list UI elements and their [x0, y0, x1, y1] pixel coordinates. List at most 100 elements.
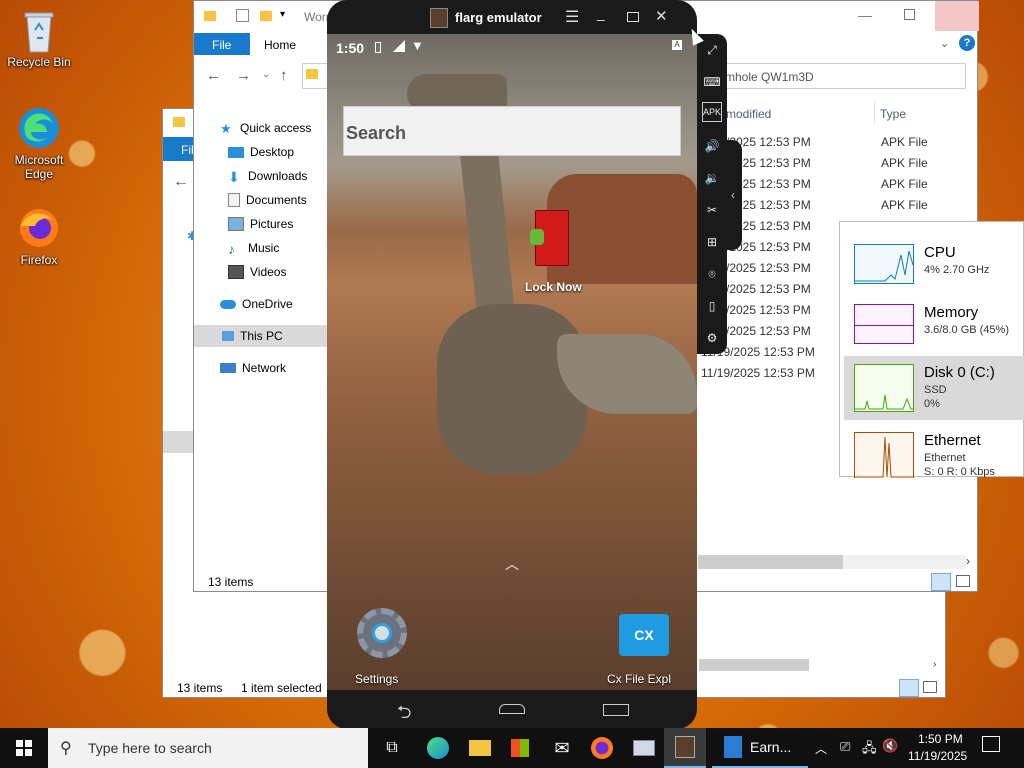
view-details-icon[interactable] — [931, 573, 951, 591]
column-header-modified[interactable]: modified — [726, 107, 771, 121]
emulator-window[interactable]: flarg emulator ☰ _ ✕ 1:50 ▼ A Search Loc… — [327, 0, 697, 729]
new-folder-icon[interactable] — [260, 11, 272, 21]
minimize-button[interactable]: — — [858, 7, 872, 23]
shake-icon[interactable]: ▯ — [700, 294, 724, 318]
file-row[interactable]: /2025 12:53 PM APK File — [701, 132, 1001, 153]
emulator-toolbar-tab[interactable]: ‹ — [724, 140, 742, 250]
sidebar-item-documents[interactable]: Documents — [228, 189, 307, 211]
location-icon[interactable]: ⌾ — [700, 262, 724, 286]
view-tiles-icon[interactable] — [956, 575, 970, 587]
settings-app[interactable]: Settings — [347, 606, 417, 690]
ethernet-row[interactable]: Ethernet Ethernet S: 0 R: 0 Kbps — [840, 426, 1024, 478]
tray-network-icon[interactable]: 🖧 — [862, 739, 877, 761]
scissors-icon[interactable]: ✂ — [700, 198, 724, 222]
back-folder-icon — [173, 117, 185, 127]
emulator-maximize-button[interactable] — [627, 12, 639, 22]
column-header-type[interactable]: Type — [880, 107, 906, 121]
up-arrow-icon[interactable]: ↑ — [280, 67, 288, 84]
firefox-icon — [17, 206, 61, 250]
android-home-button[interactable] — [499, 704, 525, 714]
back-arrow-icon[interactable]: ← — [206, 67, 221, 84]
cpu-row[interactable]: CPU 4% 2.70 GHz — [840, 232, 1024, 292]
back-arrow-icon[interactable]: ← — [173, 173, 189, 191]
maximize-button[interactable] — [904, 9, 915, 20]
file-row[interactable]: /2025 12:53 PM APK File — [701, 195, 1001, 216]
start-button[interactable] — [0, 728, 48, 768]
file-row[interactable]: /2025 12:53 PM APK File — [701, 153, 1001, 174]
file-tab[interactable]: File — [194, 33, 250, 55]
back-hscroll[interactable] — [699, 659, 809, 671]
desktop-icon-edge[interactable]: Microsoft Edge — [1, 106, 77, 181]
tray-chevron-icon[interactable]: ︿ — [815, 740, 827, 757]
recent-dropdown-icon[interactable]: ⌄ — [262, 69, 270, 80]
back-view-tiles-icon[interactable] — [923, 681, 937, 693]
home-tab[interactable]: Home — [264, 38, 296, 52]
sidebar-item-downloads[interactable]: ⬇ Downloads — [228, 165, 307, 187]
keyboard-icon[interactable]: ⌨ — [700, 70, 724, 94]
ribbon-expand-icon[interactable]: ⌄ — [940, 37, 949, 50]
sidebar-item-music[interactable]: ♪ Music — [228, 237, 279, 259]
lock-now-app[interactable]: Lock Now — [519, 206, 583, 296]
emulator-menu-icon[interactable]: ☰ — [565, 7, 579, 27]
taskbar-edge-icon[interactable] — [418, 728, 458, 768]
emulator-minimize-button[interactable]: _ — [597, 5, 605, 21]
sidebar-item-network[interactable]: Network — [220, 357, 286, 379]
close-button[interactable] — [935, 1, 979, 31]
tray-clock-time[interactable]: 1:50 PM — [918, 732, 963, 746]
taskbar-firefox-icon[interactable] — [582, 728, 622, 768]
tray-volume-icon[interactable]: 🔇 — [882, 738, 898, 754]
memory-row[interactable]: Memory 3.6/8.0 GB (45%) — [840, 292, 1024, 352]
add-window-icon[interactable]: ⊞ — [700, 230, 724, 254]
help-icon[interactable]: ? — [959, 35, 975, 51]
taskbar-earn-app[interactable]: Earn... — [712, 728, 808, 768]
taskbar-explorer-icon[interactable] — [460, 728, 500, 768]
search-box[interactable]: mhole QW1m3D — [698, 63, 966, 89]
hscroll-right-icon[interactable]: › — [966, 554, 970, 568]
cx-file-explorer-app[interactable]: CX Cx File Expl — [603, 606, 693, 690]
ethernet-sub: Ethernet — [924, 452, 966, 464]
disk-row[interactable]: Disk 0 (C:) SSD 0% — [844, 356, 1024, 420]
properties-icon[interactable] — [236, 9, 249, 22]
status-battery-icon — [375, 42, 381, 53]
file-row[interactable]: /2025 12:53 PM APK File — [701, 174, 1001, 195]
back-hscroll-right-icon[interactable]: › — [933, 659, 936, 670]
emulator-close-button[interactable]: ✕ — [655, 7, 668, 25]
volume-down-icon[interactable]: 🔉 — [700, 166, 724, 190]
volume-up-icon[interactable]: 🔊 — [700, 134, 724, 158]
android-screen[interactable]: 1:50 ▼ A Search Lock Now ︿ Settings CX C… — [327, 34, 697, 690]
app-drawer-chevron-icon[interactable]: ︿ — [505, 554, 519, 574]
sidebar-item-desktop[interactable]: Desktop — [228, 141, 294, 163]
taskbar-store-icon[interactable] — [500, 728, 540, 768]
android-back-button[interactable]: ⮌ — [397, 700, 411, 729]
taskbar-search-box[interactable]: ⚲ Type here to search — [48, 728, 368, 768]
sidebar-item-onedrive[interactable]: OneDrive — [220, 293, 293, 315]
back-file-tab[interactable]: Fil — [163, 137, 195, 161]
desktop-icon-recycle-bin[interactable]: Recycle Bin — [1, 8, 77, 69]
emulator-settings-icon[interactable]: ⚙ — [700, 326, 724, 350]
back-sidebar-selected — [163, 431, 193, 453]
memory-name: Memory — [924, 304, 979, 321]
notification-center-icon[interactable] — [982, 736, 1000, 752]
sidebar-item-pictures[interactable]: Pictures — [228, 213, 293, 235]
taskbar-mail-icon[interactable]: ✉ — [542, 728, 582, 768]
taskbar-emulator-icon[interactable] — [664, 728, 706, 768]
sidebar-item-this-pc[interactable]: This PC — [194, 325, 328, 347]
fullscreen-icon[interactable]: ⤢ — [700, 38, 724, 62]
settings-label: Settings — [355, 672, 399, 686]
qat-dropdown-icon[interactable]: ▾ — [280, 9, 285, 20]
install-apk-icon[interactable]: APK — [702, 102, 722, 122]
tray-meet-icon[interactable]: ⎚ — [840, 739, 850, 755]
back-view-details-icon[interactable] — [899, 679, 919, 697]
task-view-icon[interactable]: ⧉ — [372, 728, 412, 768]
document-icon — [724, 736, 742, 758]
forward-arrow-icon[interactable]: → — [236, 67, 251, 84]
taskbar-control-panel-icon[interactable] — [624, 728, 664, 768]
desktop-icon-firefox[interactable]: Firefox — [1, 206, 77, 267]
android-recents-button[interactable] — [603, 704, 629, 716]
sidebar-item-quick-access[interactable]: ★ Quick access — [220, 117, 311, 139]
hscroll-thumb[interactable] — [698, 555, 843, 569]
task-manager-panel[interactable]: CPU 4% 2.70 GHz Memory 3.6/8.0 GB (45%) … — [839, 221, 1024, 478]
sidebar-item-videos[interactable]: Videos — [228, 261, 286, 283]
tray-clock-date[interactable]: 11/19/2025 — [908, 749, 967, 763]
launcher-search-bar[interactable]: Search — [343, 106, 681, 156]
